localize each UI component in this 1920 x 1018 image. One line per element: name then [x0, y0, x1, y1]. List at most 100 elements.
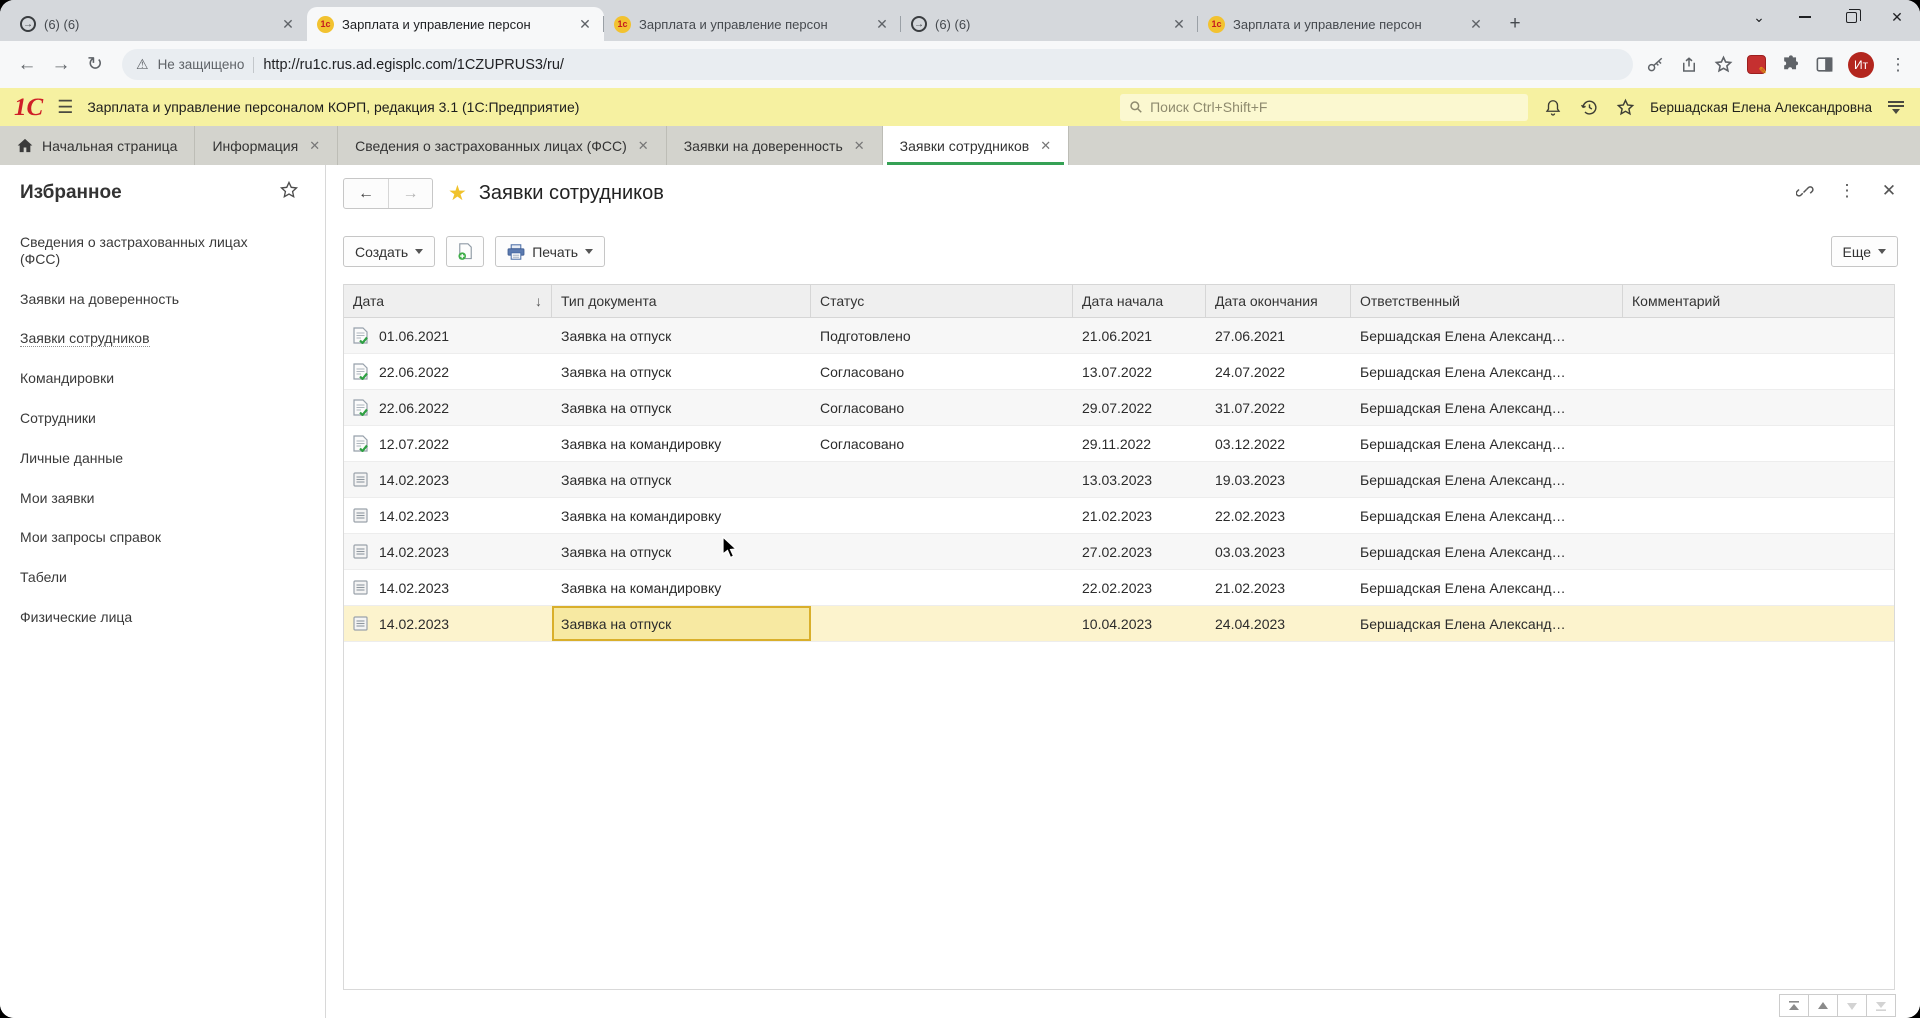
main-menu-burger-icon[interactable]: ☰	[57, 97, 73, 118]
close-tab-icon[interactable]: ✕	[873, 15, 891, 33]
close-form-tab-icon[interactable]: ✕	[638, 138, 649, 154]
favorites-item[interactable]: Сотрудники	[20, 410, 272, 427]
table-row[interactable]: 22.06.2022 Заявка на отпуск Согласовано …	[344, 390, 1894, 426]
browser-menu-kebab-icon[interactable]: ⋮	[1888, 55, 1908, 75]
form-tab[interactable]: Заявки на доверенность ✕	[667, 126, 883, 165]
table-row[interactable]: 14.02.2023 Заявка на командировку 22.02.…	[344, 570, 1894, 606]
go-first-icon[interactable]	[1779, 994, 1809, 1017]
document-posted-icon	[353, 363, 368, 380]
browser-tab[interactable]: → (6) (6) ✕	[10, 7, 307, 41]
notifications-bell-icon[interactable]	[1542, 96, 1564, 118]
browser-tab[interactable]: → (6) (6) ✕	[901, 7, 1198, 41]
cell-doc-type[interactable]: Заявка на отпуск	[552, 606, 811, 641]
favorites-item[interactable]: Табели	[20, 569, 272, 586]
column-label: Комментарий	[1632, 293, 1720, 309]
form-tab[interactable]: Сведения о застрахованных лицах (ФСС) ✕	[338, 126, 667, 165]
nav-back-button[interactable]: ←	[344, 179, 388, 208]
favorites-outline-star-icon[interactable]	[279, 180, 299, 205]
close-form-tab-icon[interactable]: ✕	[1040, 138, 1051, 154]
favorites-item[interactable]: Сведения о застрахованных лицах (ФСС)	[20, 234, 272, 268]
form-tab[interactable]: Заявки сотрудников ✕	[883, 126, 1069, 165]
close-form-tab-icon[interactable]: ✕	[854, 138, 865, 154]
password-key-icon[interactable]	[1645, 55, 1665, 75]
column-header-status[interactable]: Статус	[811, 285, 1073, 317]
favorites-item[interactable]: Физические лица	[20, 609, 272, 626]
favorites-item[interactable]: Заявки сотрудников	[20, 330, 272, 347]
form-tab[interactable]: Начальная страница	[0, 126, 195, 165]
create-by-copy-button[interactable]	[446, 236, 484, 267]
browser-tab[interactable]: 1с Зарплата и управление персон ✕	[604, 7, 901, 41]
table-row[interactable]: 14.02.2023 Заявка на отпуск 13.03.2023 1…	[344, 462, 1894, 498]
table-row[interactable]: 14.02.2023 Заявка на отпуск 27.02.2023 0…	[344, 534, 1894, 570]
share-icon[interactable]	[1679, 55, 1699, 75]
favorites-item[interactable]: Командировки	[20, 370, 272, 387]
cell-doc-type[interactable]: Заявка на командировку	[552, 426, 811, 461]
go-up-icon[interactable]	[1808, 994, 1838, 1017]
extensions-puzzle-icon[interactable]	[1780, 55, 1800, 75]
new-tab-button[interactable]: +	[1501, 10, 1529, 38]
global-search-input[interactable]: Поиск Ctrl+Shift+F	[1120, 94, 1528, 121]
search-placeholder: Поиск Ctrl+Shift+F	[1150, 99, 1267, 115]
table-row[interactable]: 14.02.2023 Заявка на отпуск 10.04.2023 2…	[344, 606, 1894, 642]
favorites-item[interactable]: Мои заявки	[20, 490, 272, 507]
browser-tab[interactable]: 1с Зарплата и управление персон ✕	[1198, 7, 1495, 41]
column-header-responsible[interactable]: Ответственный	[1351, 285, 1623, 317]
form-tab-label: Заявки сотрудников	[900, 138, 1030, 154]
close-tab-icon[interactable]: ✕	[279, 15, 297, 33]
tab-search-icon[interactable]: ⌄	[1736, 0, 1782, 34]
table-row[interactable]: 12.07.2022 Заявка на командировку Соглас…	[344, 426, 1894, 462]
column-header-doc-type[interactable]: Тип документа	[552, 285, 811, 317]
profile-avatar[interactable]: Ит	[1848, 52, 1874, 78]
browser-tab[interactable]: 1с Зарплата и управление персон ✕	[307, 7, 604, 41]
get-link-icon[interactable]	[1796, 182, 1814, 200]
extension-red-icon[interactable]	[1747, 55, 1766, 74]
column-header-start-date[interactable]: Дата начала	[1073, 285, 1206, 317]
cell-doc-type[interactable]: Заявка на отпуск	[552, 390, 811, 425]
side-panel-icon[interactable]	[1814, 55, 1834, 75]
1c-logo[interactable]: 1С	[14, 95, 43, 120]
cell-doc-type[interactable]: Заявка на отпуск	[552, 462, 811, 497]
print-button[interactable]: Печать	[495, 236, 605, 267]
form-favorite-star-icon[interactable]: ★	[448, 181, 467, 206]
cell-status: Согласовано	[811, 426, 1073, 461]
cell-doc-type[interactable]: Заявка на отпуск	[552, 318, 811, 353]
cell-doc-type[interactable]: Заявка на отпуск	[552, 354, 811, 389]
table-row[interactable]: 22.06.2022 Заявка на отпуск Согласовано …	[344, 354, 1894, 390]
history-icon[interactable]	[1578, 96, 1600, 118]
close-tab-icon[interactable]: ✕	[1467, 15, 1485, 33]
document-icon	[353, 580, 368, 595]
close-tab-icon[interactable]: ✕	[1170, 15, 1188, 33]
more-button[interactable]: Еще	[1831, 236, 1899, 267]
table-row[interactable]: 01.06.2021 Заявка на отпуск Подготовлено…	[344, 318, 1894, 354]
restore-button[interactable]	[1828, 0, 1874, 34]
create-button[interactable]: Создать	[343, 236, 435, 267]
cell-doc-type[interactable]: Заявка на командировку	[552, 498, 811, 533]
go-last-icon[interactable]	[1866, 994, 1896, 1017]
minimize-button[interactable]	[1782, 0, 1828, 34]
cell-doc-type[interactable]: Заявка на отпуск	[552, 534, 811, 569]
bookmark-star-icon[interactable]	[1713, 55, 1733, 75]
favorites-item[interactable]: Личные данные	[20, 450, 272, 467]
form-close-icon[interactable]: ✕	[1880, 182, 1898, 200]
form-tab[interactable]: Информация ✕	[195, 126, 338, 165]
address-bar[interactable]: ⚠ Не защищено http://ru1c.rus.ad.egisplc…	[122, 49, 1633, 80]
favorites-star-icon[interactable]	[1614, 96, 1636, 118]
cell-doc-type[interactable]: Заявка на командировку	[552, 570, 811, 605]
column-header-end-date[interactable]: Дата окончания	[1206, 285, 1351, 317]
forward-icon[interactable]: →	[46, 50, 76, 80]
close-form-tab-icon[interactable]: ✕	[309, 138, 320, 154]
back-icon[interactable]: ←	[12, 50, 42, 80]
form-kebab-menu-icon[interactable]: ⋮	[1838, 182, 1856, 200]
close-window-button[interactable]: ✕	[1874, 0, 1920, 34]
favorites-item[interactable]: Мои запросы справок	[20, 529, 272, 546]
table-row[interactable]: 14.02.2023 Заявка на командировку 21.02.…	[344, 498, 1894, 534]
current-user-name[interactable]: Бершадская Елена Александровна	[1650, 100, 1872, 115]
column-header-date[interactable]: Дата ↓	[344, 285, 552, 317]
column-header-comment[interactable]: Комментарий	[1623, 285, 1894, 317]
favorites-item[interactable]: Заявки на доверенность	[20, 291, 272, 308]
go-down-icon[interactable]	[1837, 994, 1867, 1017]
reload-icon[interactable]: ↻	[80, 50, 110, 80]
close-tab-icon[interactable]: ✕	[576, 15, 594, 33]
nav-forward-button[interactable]: →	[388, 179, 432, 208]
service-menu-icon[interactable]	[1886, 101, 1906, 114]
